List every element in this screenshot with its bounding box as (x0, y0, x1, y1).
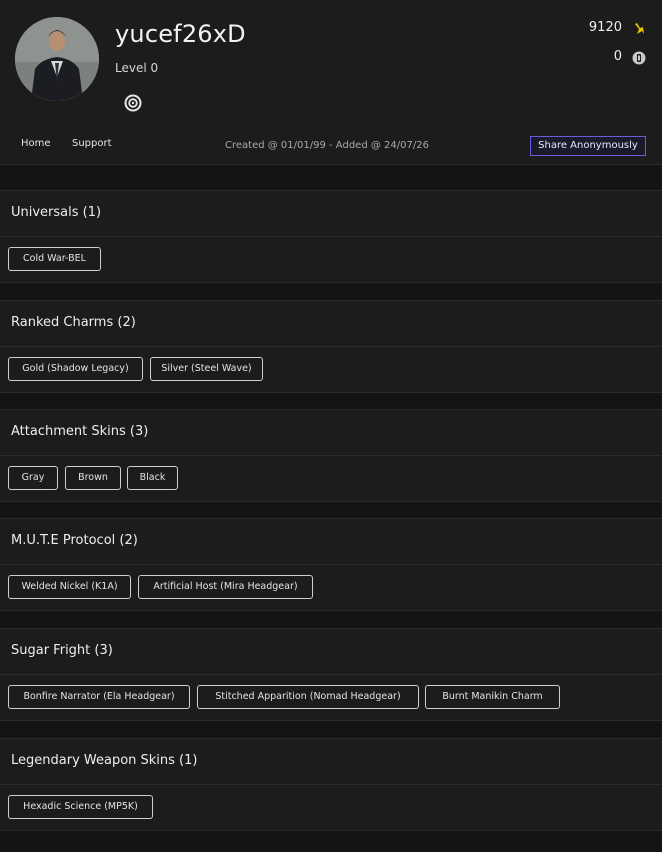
item-chip[interactable]: Stitched Apparition (Nomad Headgear) (197, 685, 419, 709)
item-chip[interactable]: Burnt Manikin Charm (425, 685, 560, 709)
section-title: Ranked Charms (2) (0, 301, 662, 347)
section-sugar-fright: Sugar Fright (3) Bonfire Narrator (Ela H… (0, 628, 662, 721)
item-chip[interactable]: Black (127, 466, 178, 490)
item-chip[interactable]: Welded Nickel (K1A) (8, 575, 131, 599)
share-anonymously-button[interactable]: Share Anonymously (530, 136, 646, 156)
r6-credits-icon (631, 50, 647, 66)
section-title: M.U.T.E Protocol (2) (0, 519, 662, 565)
item-chip[interactable]: Silver (Steel Wave) (150, 357, 263, 381)
created-added-dates: Created @ 01/01/99 - Added @ 24/07/26 (225, 140, 429, 151)
item-chip[interactable]: Artificial Host (Mira Headgear) (138, 575, 313, 599)
nav-home-link[interactable]: Home (21, 138, 51, 149)
username: yucef26xD (115, 20, 246, 48)
item-chip[interactable]: Bonfire Narrator (Ela Headgear) (8, 685, 190, 709)
item-chip[interactable]: Gold (Shadow Legacy) (8, 357, 143, 381)
section-title: Attachment Skins (3) (0, 410, 662, 456)
level-label: Level 0 (115, 61, 159, 75)
credits-count: 0 (613, 49, 622, 64)
section-universals: Universals (1) Cold War-BEL (0, 190, 662, 283)
section-attachment-skins: Attachment Skins (3) Gray Brown Black (0, 409, 662, 502)
nav-support-link[interactable]: Support (72, 138, 112, 149)
section-title: Universals (1) (0, 191, 662, 237)
section-title: Legendary Weapon Skins (1) (0, 739, 662, 785)
profile-header: yucef26xD Level 0 9120 0 Home Support Cr… (0, 0, 662, 165)
item-chip[interactable]: Hexadic Science (MP5K) (8, 795, 153, 819)
item-chip[interactable]: Gray (8, 466, 58, 490)
avatar (15, 17, 99, 101)
item-chip[interactable]: Cold War-BEL (8, 247, 101, 271)
section-ranked-charms: Ranked Charms (2) Gold (Shadow Legacy) S… (0, 300, 662, 393)
section-mute-protocol: M.U.T.E Protocol (2) Welded Nickel (K1A)… (0, 518, 662, 611)
section-title: Sugar Fright (3) (0, 629, 662, 675)
item-chip[interactable]: Brown (65, 466, 121, 490)
renown-count: 9120 (588, 20, 622, 35)
ubisoft-icon[interactable] (124, 94, 142, 112)
renown-icon (631, 21, 647, 37)
section-legendary-weapon-skins: Legendary Weapon Skins (1) Hexadic Scien… (0, 738, 662, 831)
